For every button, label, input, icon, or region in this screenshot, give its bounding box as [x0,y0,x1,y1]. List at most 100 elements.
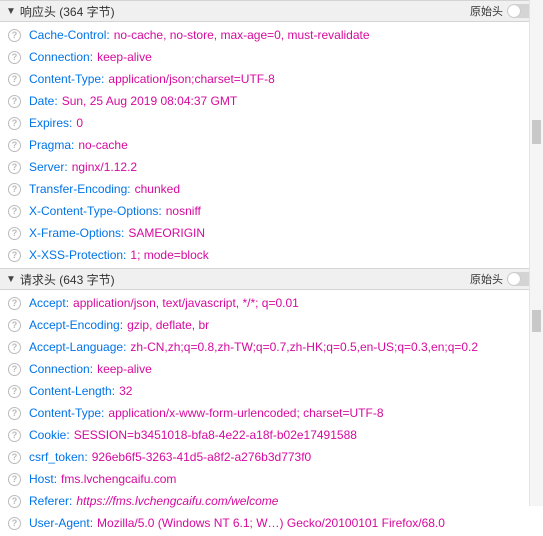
header-row: ? csrf_token:926eb6f5-3263-41d5-a8f2-a276… [0,446,543,468]
header-name: csrf_token [29,450,84,464]
header-row: ?Transfer-Encoding:chunked [0,178,543,200]
help-icon[interactable]: ? [8,363,21,376]
header-value: application/x-www-form-urlencoded; chars… [108,406,383,420]
header-row: ?Content-Type:application/x-www-form-url… [0,402,543,424]
header-row: ? Date: Sun, 25 Aug 2019 08:04:37 GMT [0,90,543,112]
help-icon[interactable]: ? [8,183,21,196]
colon: : [158,204,161,218]
header-value: fms.lvchengcaifu.com [61,472,176,486]
header-row: ?Cookie:SESSION=b3451018-bfa8-4e22-a18f-… [0,424,543,446]
header-row: ? X-Content-Type-Options: nosniff [0,200,543,222]
colon: : [123,340,126,354]
help-icon[interactable]: ? [8,385,21,398]
chevron-down-icon: ▼ [6,6,16,17]
scrollbar-track[interactable] [529,0,543,506]
help-icon[interactable]: ? [8,161,21,174]
header-value: nosniff [166,204,201,218]
raw-toggle-label: 原始头 [470,271,503,287]
colon: : [120,318,123,332]
colon: : [64,160,67,174]
scrollbar-thumb[interactable] [532,120,541,144]
header-name: Content-Type [29,72,101,86]
header-row: ?Host:fms.lvchengcaifu.com [0,468,543,490]
header-name: Connection [29,50,90,64]
colon: : [123,248,126,262]
colon: : [90,50,93,64]
request-headers-list: ? Accept: application/json, text/javascrip… [0,290,543,536]
response-headers-title: 响应头 (364 字节) [20,3,115,20]
help-icon[interactable]: ? [8,407,21,420]
help-icon[interactable]: ? [8,517,21,530]
header-name: Content-Length [29,384,112,398]
header-row: ? Content-Length:32 [0,380,543,402]
colon: : [90,516,93,530]
header-value: Mozilla/5.0 (Windows NT 6.1; W…) Gecko/2… [97,516,445,530]
header-value: 32 [119,384,132,398]
help-icon[interactable]: ? [8,341,21,354]
header-value: no-cache [78,138,127,152]
response-headers-section-header[interactable]: ▼ 响应头 (364 字节) 原始头 [0,0,543,22]
header-row: ?Accept-Language:zh-CN,zh;q=0.8,zh-TW;q=… [0,336,543,358]
header-value: keep-alive [97,50,152,64]
header-name: Connection [29,362,90,376]
header-name: Accept-Encoding [29,318,120,332]
header-row: ? Content-Type: application/json;charset=U… [0,68,543,90]
colon: : [101,72,104,86]
header-value: application/json;charset=UTF-8 [108,72,274,86]
colon: : [112,384,115,398]
header-value: SAMEORIGIN [128,226,205,240]
header-row: ?X-XSS-Protection:1; mode=block [0,244,543,266]
help-icon[interactable]: ? [8,51,21,64]
header-name: Accept [29,296,66,310]
colon: : [106,28,109,42]
help-icon[interactable]: ? [8,429,21,442]
header-value: keep-alive [97,362,152,376]
header-value: 926eb6f5-3263-41d5-a8f2-a276b3d773f0 [92,450,312,464]
help-icon[interactable]: ? [8,319,21,332]
header-name: Transfer-Encoding [29,182,127,196]
colon: : [84,450,87,464]
colon: : [69,116,72,130]
colon: : [66,296,69,310]
help-icon[interactable]: ? [8,297,21,310]
colon: : [121,226,124,240]
header-row: ?Referer:https://fms.lvchengcaifu.com/we… [0,490,543,512]
header-value: Sun, 25 Aug 2019 08:04:37 GMT [62,94,237,108]
help-icon[interactable]: ? [8,473,21,486]
colon: : [90,362,93,376]
header-name: Host [29,472,54,486]
help-icon[interactable]: ? [8,117,21,130]
help-icon[interactable]: ? [8,29,21,42]
help-icon[interactable]: ? [8,95,21,108]
header-row: ? Accept-Encoding: gzip, deflate, br [0,314,543,336]
help-icon[interactable]: ? [8,73,21,86]
header-row: ?Expires:0 [0,112,543,134]
header-name: X-Content-Type-Options [29,204,158,218]
help-icon[interactable]: ? [8,205,21,218]
help-icon[interactable]: ? [8,227,21,240]
header-name: Cookie [29,428,66,442]
header-name: Date [29,94,54,108]
chevron-down-icon: ▼ [6,274,16,285]
scrollbar-thumb[interactable] [532,310,541,332]
help-icon[interactable]: ? [8,451,21,464]
colon: : [54,94,57,108]
header-name: Server [29,160,64,174]
header-row: ? Connection: keep-alive [0,46,543,68]
header-value: gzip, deflate, br [127,318,209,332]
header-row: ?Pragma:no-cache [0,134,543,156]
headers-panel: ▼ 响应头 (364 字节) 原始头 ?Cache-Control:no-cac… [0,0,543,536]
help-icon[interactable]: ? [8,139,21,152]
header-name: Expires [29,116,69,130]
header-value: chunked [135,182,180,196]
help-icon[interactable]: ? [8,249,21,262]
header-name: Accept-Language [29,340,123,354]
request-headers-title: 请求头 (643 字节) [20,271,115,288]
header-row: ? Accept: application/json, text/javascrip… [0,292,543,314]
header-value: application/json, text/javascript, */*; … [73,296,299,310]
header-name: X-Frame-Options [29,226,121,240]
header-row: ? X-Frame-Options: SAMEORIGIN [0,222,543,244]
header-value: no-cache, no-store, max-age=0, must-reva… [114,28,370,42]
request-headers-section-header[interactable]: ▼ 请求头 (643 字节) 原始头 [0,268,543,290]
header-value: nginx/1.12.2 [72,160,137,174]
